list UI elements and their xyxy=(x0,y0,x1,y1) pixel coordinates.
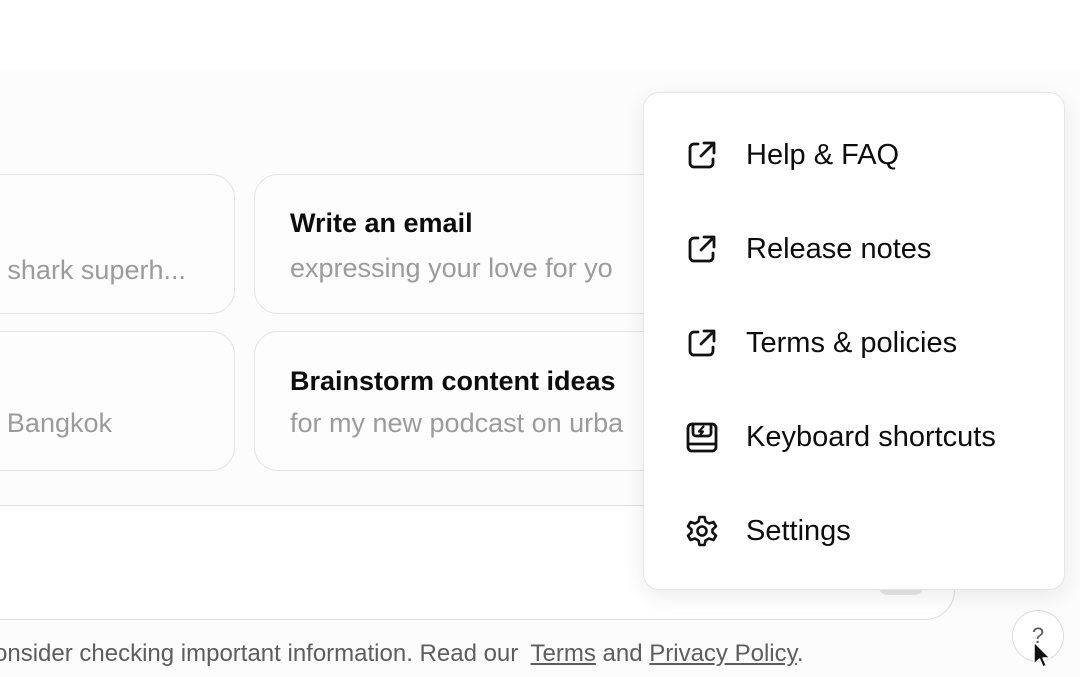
suggestion-title: Brainstorm content ideas xyxy=(290,366,616,396)
suggestion-subtitle: Bangkok xyxy=(6,408,112,438)
suggestion-title: Write an email xyxy=(290,208,473,238)
menu-item-terms-policies[interactable]: Terms & policies xyxy=(644,303,1064,383)
disclaimer-footer: onsider checking important information. … xyxy=(0,640,804,668)
suggestion-card[interactable]: Bangkok xyxy=(0,331,235,471)
menu-item-label: Release notes xyxy=(746,233,932,265)
suggestion-card[interactable]: shark superh... xyxy=(0,174,235,314)
suggestion-subtitle: expressing your love for yo xyxy=(290,253,613,283)
keyboard-icon xyxy=(686,422,718,453)
suggestion-subtitle: for my new podcast on urba xyxy=(290,408,624,438)
gear-icon xyxy=(686,515,718,547)
external-link-icon xyxy=(688,141,716,169)
help-menu: Help & FAQ Release notes Terms & policie… xyxy=(643,92,1065,590)
privacy-policy-link[interactable]: Privacy Policy xyxy=(649,640,797,667)
top-bar xyxy=(0,0,1080,70)
menu-item-label: Keyboard shortcuts xyxy=(746,421,996,453)
external-link-icon xyxy=(688,235,716,263)
terms-link[interactable]: Terms xyxy=(531,640,596,667)
mouse-cursor-icon xyxy=(1033,641,1051,668)
disclaimer-text: onsider checking important information. … xyxy=(0,640,519,667)
menu-item-release-notes[interactable]: Release notes xyxy=(644,209,1064,289)
menu-item-label: Help & FAQ xyxy=(746,139,900,171)
menu-item-help-faq[interactable]: Help & FAQ xyxy=(644,115,1064,195)
suggestion-subtitle: shark superh... xyxy=(7,255,186,285)
disclaimer-and: and xyxy=(602,640,643,667)
menu-item-keyboard-shortcuts[interactable]: Keyboard shortcuts xyxy=(644,397,1064,477)
menu-item-label: Settings xyxy=(746,515,851,547)
disclaimer-period: . xyxy=(796,640,804,667)
external-link-icon xyxy=(688,329,716,357)
menu-item-settings[interactable]: Settings xyxy=(644,491,1064,571)
menu-item-label: Terms & policies xyxy=(746,327,958,359)
